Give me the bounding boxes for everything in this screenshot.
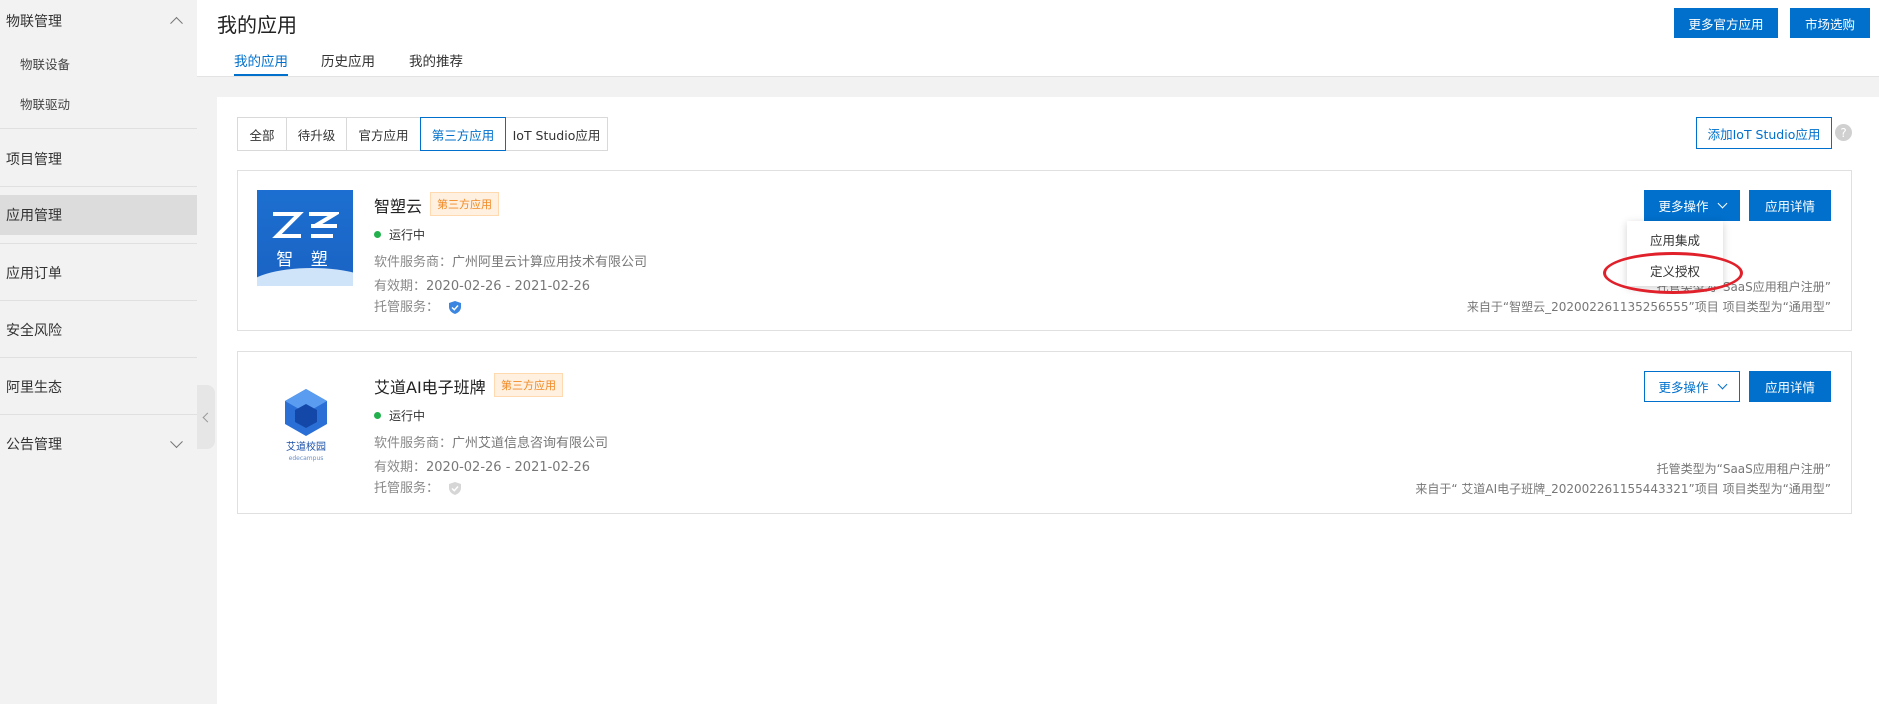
- sidebar-item-announcements[interactable]: 公告管理: [0, 416, 197, 472]
- sidebar-item-iot-drivers[interactable]: 物联驱动: [0, 83, 197, 123]
- validity-range: 2020-02-26 - 2021-02-26: [426, 460, 591, 475]
- sidebar-item-label: 应用订单: [6, 266, 62, 282]
- sidebar-item-label: 项目管理: [6, 152, 62, 168]
- hosting-info: 托管服务：: [374, 296, 462, 315]
- status-dot-icon: [374, 231, 381, 238]
- sidebar-item-label: 安全风险: [6, 323, 62, 339]
- validity-label: 有效期：: [374, 279, 427, 294]
- status-text: 运行中: [389, 228, 426, 242]
- hosting-type: 托管类型为“SaaS应用租户注册”: [1656, 462, 1831, 476]
- divider: [0, 186, 197, 187]
- app-details-button[interactable]: 应用详情: [1749, 190, 1831, 221]
- app-details-button[interactable]: 应用详情: [1749, 371, 1831, 402]
- app-card: 智 塑 智塑云 第三方应用 运行中 软件服务商：广州阿里云计算应用技术有限公司 …: [237, 170, 1852, 331]
- hosting-label: 托管服务：: [374, 300, 440, 315]
- logo-text: 艾道校园: [286, 440, 326, 453]
- logo-wave: [257, 268, 353, 286]
- add-iot-studio-app-button[interactable]: 添加IoT Studio应用: [1696, 117, 1832, 149]
- sidebar-item-label: 物联设备: [20, 56, 71, 72]
- divider: [0, 357, 197, 358]
- divider: [0, 300, 197, 301]
- chevron-up-icon: [170, 16, 183, 30]
- app-logo: 智 塑: [257, 190, 353, 286]
- project-source: 来自于“ 艾道AI电子班牌_202002261155443321”项目 项目类型…: [1415, 482, 1831, 496]
- sidebar: 物联管理 物联设备 物联驱动 项目管理 应用管理 应用订单 安全风险 阿里生态 …: [0, 0, 197, 704]
- vendor-label: 软件服务商：: [374, 255, 453, 270]
- app-name: 艾道AI电子班牌: [374, 378, 486, 397]
- chevron-down-icon: [1717, 198, 1727, 209]
- sidebar-item-app-management[interactable]: 应用管理: [0, 195, 197, 235]
- more-actions-button[interactable]: 更多操作: [1644, 371, 1740, 402]
- filter-iot-studio[interactable]: IoT Studio应用: [505, 117, 608, 151]
- sidebar-item-app-orders[interactable]: 应用订单: [0, 245, 197, 301]
- status-indicator: 运行中: [374, 226, 425, 243]
- chevron-left-icon: [202, 412, 213, 422]
- logo-text: 智 塑: [276, 250, 334, 270]
- sidebar-item-label: 应用管理: [6, 208, 62, 224]
- tab-my-apps[interactable]: 我的应用: [234, 50, 288, 76]
- shield-check-icon: [449, 301, 462, 314]
- divider: [0, 414, 197, 415]
- third-party-badge: 第三方应用: [430, 192, 499, 216]
- vendor-name: 广州艾道信息咨询有限公司: [452, 436, 609, 451]
- menu-item-app-integration[interactable]: 应用集成: [1627, 225, 1723, 253]
- sidebar-item-label: 物联驱动: [20, 96, 71, 112]
- divider: [0, 128, 197, 129]
- chevron-down-icon: [170, 435, 183, 449]
- status-dot-icon: [374, 412, 381, 419]
- chevron-down-icon: [1717, 379, 1727, 390]
- validity-label: 有效期：: [374, 460, 427, 475]
- sidebar-item-label: 阿里生态: [6, 380, 62, 396]
- validity-info: 有效期：2020-02-26 - 2021-02-26: [374, 456, 590, 475]
- sidebar-item-iot-devices[interactable]: 物联设备: [0, 43, 197, 83]
- page-header: 我的应用 我的应用 历史应用 我的推荐 更多官方应用 市场选购: [197, 0, 1879, 77]
- more-actions-button[interactable]: 更多操作: [1644, 190, 1740, 221]
- help-icon[interactable]: ?: [1835, 124, 1852, 141]
- more-official-apps-button[interactable]: 更多官方应用: [1674, 8, 1778, 38]
- menu-item-define-authorization[interactable]: 定义授权: [1627, 256, 1723, 284]
- third-party-badge: 第三方应用: [494, 373, 563, 397]
- tab-history-apps[interactable]: 历史应用: [321, 50, 375, 76]
- app-card: 艾道校园 edecampus 艾道AI电子班牌 第三方应用 运行中 软件服务商：…: [237, 351, 1852, 514]
- tab-recommendations[interactable]: 我的推荐: [409, 50, 463, 76]
- divider: [0, 243, 197, 244]
- shield-check-icon: [449, 482, 462, 495]
- sidebar-item-label: 公告管理: [6, 437, 62, 453]
- more-actions-dropdown: 应用集成 定义授权: [1627, 221, 1723, 286]
- vendor-info: 软件服务商：广州阿里云计算应用技术有限公司: [374, 251, 647, 270]
- hosting-info: 托管服务：: [374, 477, 462, 496]
- validity-range: 2020-02-26 - 2021-02-26: [426, 279, 591, 294]
- market-purchase-button[interactable]: 市场选购: [1790, 8, 1870, 38]
- sidebar-item-iot-management[interactable]: 物联管理: [0, 0, 197, 42]
- sidebar-item-ali-ecosystem[interactable]: 阿里生态: [0, 359, 197, 415]
- filter-pending-upgrade[interactable]: 待升级: [286, 117, 347, 151]
- zs-logo-icon: [272, 212, 339, 238]
- hosting-label: 托管服务：: [374, 481, 440, 496]
- hexagon-logo-icon: 艾道校园 edecampus: [285, 389, 327, 462]
- status-text: 运行中: [389, 409, 426, 423]
- logo-subtext: edecampus: [289, 455, 324, 462]
- filter-official[interactable]: 官方应用: [346, 117, 421, 151]
- filter-third-party[interactable]: 第三方应用: [420, 117, 506, 151]
- sidebar-item-label: 物联管理: [6, 14, 62, 30]
- vendor-label: 软件服务商：: [374, 436, 453, 451]
- more-actions-label: 更多操作: [1658, 380, 1709, 395]
- more-actions-label: 更多操作: [1658, 199, 1709, 214]
- vendor-info: 软件服务商：广州艾道信息咨询有限公司: [374, 432, 608, 451]
- app-logo: 艾道校园 edecampus: [273, 386, 339, 462]
- app-name: 智塑云: [374, 197, 423, 216]
- sidebar-collapse-handle[interactable]: [197, 385, 215, 449]
- project-source: 来自于“智塑云_202002261135256555”项目 项目类型为“通用型”: [1466, 300, 1831, 314]
- vendor-name: 广州阿里云计算应用技术有限公司: [452, 255, 648, 270]
- sidebar-item-security-risk[interactable]: 安全风险: [0, 302, 197, 358]
- sidebar-item-projects[interactable]: 项目管理: [0, 131, 197, 187]
- page-title: 我的应用: [217, 13, 297, 37]
- validity-info: 有效期：2020-02-26 - 2021-02-26: [374, 275, 590, 294]
- status-indicator: 运行中: [374, 407, 425, 424]
- filter-all[interactable]: 全部: [237, 117, 287, 151]
